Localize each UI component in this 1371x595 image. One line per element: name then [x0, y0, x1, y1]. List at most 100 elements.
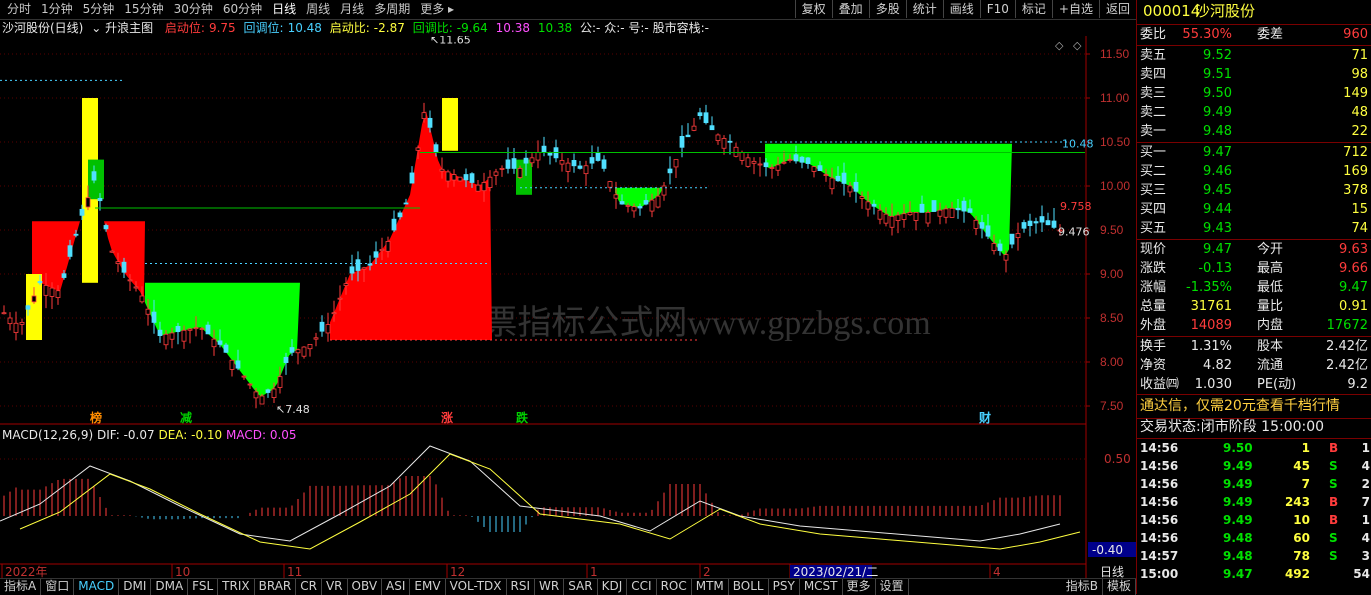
tool-button[interactable]: 返回 — [1098, 0, 1136, 18]
indicator-tab[interactable]: DMA — [151, 579, 189, 595]
tool-button[interactable]: 标记 — [1014, 0, 1052, 18]
indicator-tab[interactable]: 指标A — [0, 579, 42, 595]
candle-body — [349, 266, 355, 274]
quote-stat-row: 涨幅 -1.35% 最低 9.47 — [1137, 278, 1371, 297]
period-tab[interactable]: 更多 ▸ — [415, 2, 459, 17]
low-annotation: ↖7.48 — [276, 403, 310, 416]
tick-time: 14:56 — [1140, 513, 1179, 527]
ad-banner[interactable]: 通达信，仅需20元查看千档行情 — [1137, 397, 1371, 417]
candle-body — [793, 154, 799, 162]
indicator-tab[interactable]: 更多 — [843, 579, 876, 595]
period-tab[interactable]: 分时 — [2, 2, 36, 17]
candle-body — [865, 201, 871, 210]
candle-body — [727, 140, 733, 143]
indicator-tab[interactable]: MTM — [692, 579, 729, 595]
buy-level-row[interactable]: 买四 9.44 15 — [1137, 200, 1371, 219]
period-tab[interactable]: 5分钟 — [78, 2, 120, 17]
sell-level-row[interactable]: 卖二 9.49 48 — [1137, 103, 1371, 122]
kline-chart[interactable]: 11.5011.0010.5010.009.509.008.508.007.50… — [0, 36, 1136, 578]
candle-body — [85, 197, 91, 208]
period-tab[interactable]: 周线 — [301, 2, 335, 17]
candle-body — [145, 308, 151, 315]
sell-level-volume: 71 — [1351, 48, 1368, 63]
indicator-tab[interactable]: BOLL — [729, 579, 769, 595]
candle-body — [1027, 220, 1033, 226]
indicator-tab[interactable]: OBV — [348, 579, 383, 595]
sell-level-row[interactable]: 卖三 9.50 149 — [1137, 84, 1371, 103]
time-axis-label: 1 — [590, 565, 598, 578]
time-axis-label: 2023/02/21/二 — [793, 565, 878, 578]
sell-level-row[interactable]: 卖一 9.48 22 — [1137, 122, 1371, 141]
stat-value: 14089 — [1190, 318, 1232, 333]
period-tab[interactable]: 60分钟 — [218, 2, 267, 17]
candle-body — [1021, 222, 1027, 229]
buy-level-row[interactable]: 买三 9.45 378 — [1137, 181, 1371, 200]
candle-body — [325, 324, 331, 334]
tool-button[interactable]: 复权 — [794, 0, 832, 18]
period-tab[interactable]: 多周期 — [369, 2, 415, 17]
buy-level-row[interactable]: 买五 9.43 74 — [1137, 219, 1371, 238]
macd-title[interactable]: MACD(12,26,9) — [2, 428, 93, 442]
tool-button[interactable]: F10 — [979, 0, 1015, 18]
stat-label: 股本 — [1257, 339, 1284, 354]
indicator-tab[interactable]: RSI — [507, 579, 536, 595]
indicator-tab[interactable]: 窗口 — [41, 579, 75, 595]
period-tab[interactable]: 月线 — [335, 2, 369, 17]
right-level-annotation: 10.48 — [1062, 137, 1094, 150]
stat-label: 外盘 — [1140, 318, 1167, 333]
indicator-name[interactable]: ⌄ 升浪主图 — [91, 21, 157, 35]
signal-marker: 减 — [180, 410, 192, 425]
buy-level-row[interactable]: 买一 9.47 712 — [1137, 143, 1371, 162]
sell-level-row[interactable]: 卖五 9.52 71 — [1137, 46, 1371, 65]
indicator-tab[interactable]: PSY — [769, 579, 800, 595]
indicator-tab[interactable]: VR — [322, 579, 348, 595]
indicator-tab[interactable]: ROC — [657, 579, 692, 595]
indicator-tab[interactable]: CCI — [627, 579, 657, 595]
candle-body — [103, 225, 109, 230]
indicator-tab[interactable]: DMI — [119, 579, 152, 595]
indicator-tab[interactable]: MCST — [800, 579, 843, 595]
candle-body — [745, 157, 751, 167]
macd-value: MACD: 0.05 — [226, 428, 297, 442]
indicator-tab[interactable]: 设置 — [876, 579, 909, 595]
indicator-tab[interactable]: SAR — [564, 579, 598, 595]
tool-button[interactable]: 统计 — [905, 0, 943, 18]
buy-level-row[interactable]: 买二 9.46 169 — [1137, 162, 1371, 181]
candle-body — [991, 243, 997, 252]
tool-button[interactable]: 画线 — [942, 0, 980, 18]
buy-level-volume: 169 — [1343, 164, 1368, 179]
candle-body — [973, 219, 979, 229]
indicator-tab[interactable]: CR — [296, 579, 322, 595]
candle-body — [271, 388, 277, 398]
dea-line — [19, 453, 1081, 550]
diamond-icon[interactable]: ◇ — [1073, 39, 1082, 52]
buy-level-price: 9.47 — [1203, 145, 1232, 160]
indicator-tab-right[interactable]: 指标B — [1062, 579, 1103, 595]
tick-side: S — [1329, 477, 1338, 491]
diamond-icon[interactable]: ◇ — [1055, 39, 1064, 52]
period-tab[interactable]: 15分钟 — [119, 2, 168, 17]
candle-body — [715, 134, 721, 141]
indicator-tab[interactable]: FSL — [188, 579, 219, 595]
indicator-tab[interactable]: KDJ — [598, 579, 628, 595]
indicator-tab[interactable]: ASI — [382, 579, 411, 595]
period-tab[interactable]: 日线 — [267, 2, 301, 17]
candle-body — [199, 328, 205, 330]
indicator-tab[interactable]: TRIX — [218, 579, 255, 595]
period-tab[interactable]: 30分钟 — [169, 2, 218, 17]
tool-button[interactable]: 叠加 — [831, 0, 869, 18]
indicator-tab[interactable]: EMV — [410, 579, 446, 595]
stock-title[interactable]: 沙河股份(日线) — [2, 21, 83, 35]
candle-body — [493, 171, 499, 176]
period-tab[interactable]: 1分钟 — [36, 2, 78, 17]
indicator-tab[interactable]: VOL-TDX — [446, 579, 507, 595]
tool-button[interactable]: +自选 — [1051, 0, 1099, 18]
tool-button[interactable]: 多股 — [868, 0, 906, 18]
indicator-tab[interactable]: BRAR — [255, 579, 297, 595]
candle-body — [601, 159, 607, 169]
indicator-tab-right[interactable]: 模板 — [1103, 579, 1136, 595]
sell-level-row[interactable]: 卖四 9.51 98 — [1137, 65, 1371, 84]
indicator-tab[interactable]: MACD — [74, 579, 120, 595]
indicator-tab[interactable]: WR — [535, 579, 565, 595]
stat-value: 0.91 — [1339, 299, 1368, 314]
